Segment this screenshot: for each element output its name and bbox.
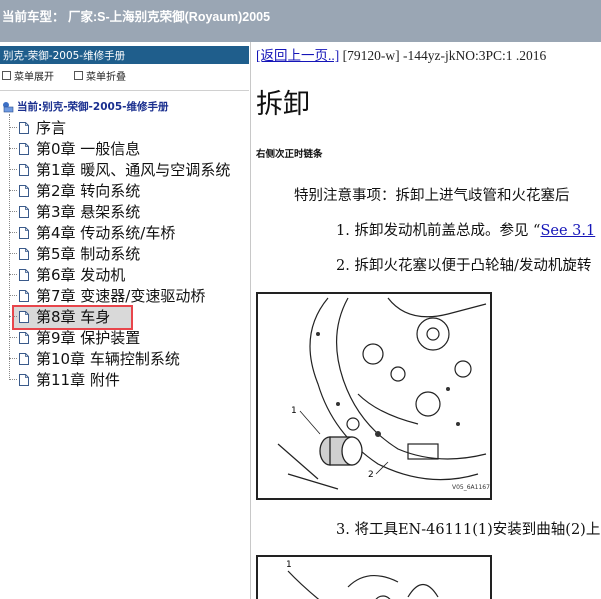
tree-item-label: 第3章 悬架系统 bbox=[36, 203, 141, 221]
document-icon bbox=[19, 352, 29, 365]
tree-item-label: 第7章 变速器/变速驱动桥 bbox=[36, 287, 206, 305]
step-1-link[interactable]: See 3.1 bbox=[540, 223, 595, 239]
tree-item[interactable]: 第0章 一般信息 bbox=[0, 138, 140, 159]
root-folder-icon bbox=[3, 101, 14, 112]
tree-item-label: 第2章 转向系统 bbox=[36, 182, 141, 200]
document-icon bbox=[19, 121, 29, 134]
title-bar: 当前车型： 厂家:S-上海别克荣御(Royaum)2005 bbox=[0, 0, 601, 42]
divider bbox=[0, 90, 249, 91]
expand-icon bbox=[2, 71, 11, 80]
tree-connector bbox=[9, 232, 17, 233]
tree-root-label: 当前:别克-荣御-2005-维修手册 bbox=[17, 101, 169, 113]
document-icon bbox=[19, 226, 29, 239]
tree-connector bbox=[9, 190, 17, 191]
manual-header-label: 别克-荣御-2005-维修手册 bbox=[3, 50, 126, 62]
tree-item-label: 第11章 附件 bbox=[36, 371, 120, 389]
tree-item-label: 第4章 传动系统/车桥 bbox=[36, 224, 176, 242]
tree-item-label: 第10章 车辆控制系统 bbox=[36, 350, 180, 368]
document-icon bbox=[19, 268, 29, 281]
tree-connector bbox=[9, 295, 17, 296]
step-2: 2. 拆卸火花塞以便于凸轮轴/发动机旋转 bbox=[336, 258, 592, 274]
tree-connector bbox=[9, 169, 17, 170]
document-icon bbox=[19, 142, 29, 155]
tree-item-label: 第8章 车身 bbox=[36, 308, 111, 326]
tree-item-label: 第0章 一般信息 bbox=[36, 140, 141, 158]
tree-item-label: 第1章 暖风、通风与空调系统 bbox=[36, 161, 231, 179]
tree-item[interactable]: 第9章 保护装置 bbox=[0, 327, 140, 348]
document-icon bbox=[19, 163, 29, 176]
tree-connector bbox=[9, 316, 17, 317]
tree-item[interactable]: 第10章 车辆控制系统 bbox=[0, 348, 180, 369]
tool-install-illustration: 1 bbox=[256, 555, 492, 599]
navigation-tree-pane: 别克-荣御-2005-维修手册 菜单展开 菜单折叠 当前:别克-荣御-2005-… bbox=[0, 42, 251, 599]
document-icon bbox=[19, 373, 29, 386]
step-1: 1. 拆卸发动机前盖总成。参见 “See 3.1 bbox=[336, 219, 595, 240]
document-icon bbox=[19, 247, 29, 260]
figure-code: V05_6A1167 bbox=[452, 484, 490, 491]
tree-item[interactable]: 第8章 车身 bbox=[0, 306, 110, 327]
tree-connector bbox=[9, 274, 17, 275]
callout-2: 2 bbox=[368, 470, 374, 480]
tree-item-label: 第5章 制动系统 bbox=[36, 245, 141, 263]
document-icon bbox=[19, 331, 29, 344]
tree-connector bbox=[9, 253, 17, 254]
tree-toolbar: 菜单展开 菜单折叠 bbox=[0, 66, 249, 83]
section-subhead: 右侧次正时链条 bbox=[256, 149, 323, 160]
tree-item-label: 第9章 保护装置 bbox=[36, 329, 141, 347]
tree-item[interactable]: 第3章 悬架系统 bbox=[0, 201, 140, 222]
collapse-icon bbox=[74, 71, 83, 80]
tree-item[interactable]: 第1章 暖风、通风与空调系统 bbox=[0, 159, 230, 180]
document-icon bbox=[19, 289, 29, 302]
tree-item-label: 第6章 发动机 bbox=[36, 266, 126, 284]
callout-1b: 1 bbox=[286, 560, 292, 570]
tree-item[interactable]: 第11章 附件 bbox=[0, 369, 120, 390]
tree-connector bbox=[9, 211, 17, 212]
tree-item[interactable]: 序言 bbox=[0, 117, 66, 138]
collapse-menu-label: 菜单折叠 bbox=[86, 72, 126, 83]
expand-menu-button[interactable]: 菜单展开 bbox=[2, 68, 54, 83]
tree-item-label: 序言 bbox=[36, 119, 67, 137]
engine-timing-illustration: 1 2 V05_6A1167 bbox=[256, 292, 492, 500]
tree-connector bbox=[9, 148, 17, 149]
tree-connector bbox=[9, 337, 17, 338]
nav-line: [返回上一页..] [79120-w] -144yz-jkNO:3PC:1 .2… bbox=[256, 44, 546, 64]
tree-connector bbox=[9, 379, 17, 380]
callout-1: 1 bbox=[291, 406, 297, 416]
step-1-text: 1. 拆卸发动机前盖总成。参见 “ bbox=[336, 223, 541, 239]
step-3: 3. 将工具EN-46111(1)安装到曲轴(2)上 bbox=[336, 522, 601, 538]
document-icon bbox=[19, 184, 29, 197]
tree-item[interactable]: 第5章 制动系统 bbox=[0, 243, 140, 264]
expand-menu-label: 菜单展开 bbox=[14, 72, 54, 83]
manual-header: 别克-荣御-2005-维修手册 bbox=[0, 46, 249, 64]
current-model-label: 当前车型： 厂家:S-上海别克荣御(Royaum)2005 bbox=[2, 10, 271, 24]
special-note: 特别注意事项：拆卸上进气歧管和火花塞后 bbox=[294, 188, 570, 204]
tree-item[interactable]: 第2章 转向系统 bbox=[0, 180, 140, 201]
page-title: 拆卸 bbox=[256, 89, 310, 120]
tree-connector bbox=[9, 127, 17, 128]
collapse-menu-button[interactable]: 菜单折叠 bbox=[74, 68, 126, 83]
content-pane: [返回上一页..] [79120-w] -144yz-jkNO:3PC:1 .2… bbox=[252, 42, 601, 599]
tree-item[interactable]: 第7章 变速器/变速驱动桥 bbox=[0, 285, 205, 306]
tree-item[interactable]: 第4章 传动系统/车桥 bbox=[0, 222, 175, 243]
document-icon bbox=[19, 205, 29, 218]
document-icon bbox=[19, 310, 29, 323]
page-meta: [79120-w] -144yz-jkNO:3PC:1 .2016 bbox=[339, 48, 547, 63]
tree-item[interactable]: 第6章 发动机 bbox=[0, 264, 125, 285]
tree-root[interactable]: 当前:别克-荣御-2005-维修手册 bbox=[2, 99, 169, 114]
back-link[interactable]: [返回上一页..] bbox=[256, 48, 339, 63]
tree-connector bbox=[9, 358, 17, 359]
